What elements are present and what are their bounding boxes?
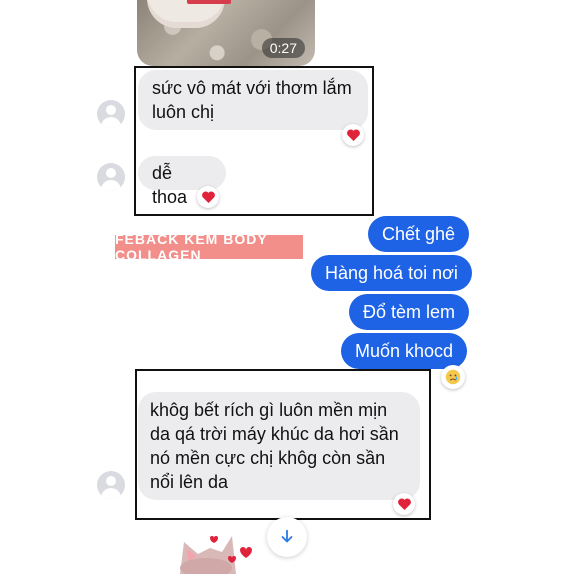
outgoing-message[interactable]: Hàng hoá toi nơi xyxy=(311,255,472,291)
feedback-tag-label: FEBACK KEM BODY COLLAGEN xyxy=(115,231,303,263)
incoming-message-1[interactable]: sức vô mát với thơm lắm luôn chị xyxy=(138,70,368,130)
outgoing-message[interactable]: Muốn khocd xyxy=(341,333,468,369)
cat-sticker-icon xyxy=(170,528,260,578)
heart-icon[interactable] xyxy=(342,124,364,146)
product-jar-image xyxy=(147,0,231,28)
heart-icon[interactable] xyxy=(197,186,219,208)
avatar[interactable] xyxy=(97,163,125,191)
incoming-message-2[interactable]: dễ thoa xyxy=(138,156,226,207)
avatar[interactable] xyxy=(97,100,125,128)
sad-face-icon[interactable] xyxy=(441,365,465,389)
jar-label xyxy=(187,0,231,4)
video-duration: 0:27 xyxy=(261,38,305,58)
outgoing-message[interactable]: Đổ tèm lem xyxy=(349,294,470,330)
video-message-thumbnail[interactable]: 0:27 xyxy=(137,0,315,66)
heart-icon[interactable] xyxy=(393,493,415,515)
outgoing-message[interactable]: Chết ghê xyxy=(368,216,470,252)
incoming-message-3[interactable]: khôg bết rích gì luôn mền mịn da qá trời… xyxy=(138,392,420,500)
scroll-down-button[interactable] xyxy=(267,517,307,557)
arrow-down-icon xyxy=(281,529,293,543)
avatar[interactable] xyxy=(97,471,125,499)
